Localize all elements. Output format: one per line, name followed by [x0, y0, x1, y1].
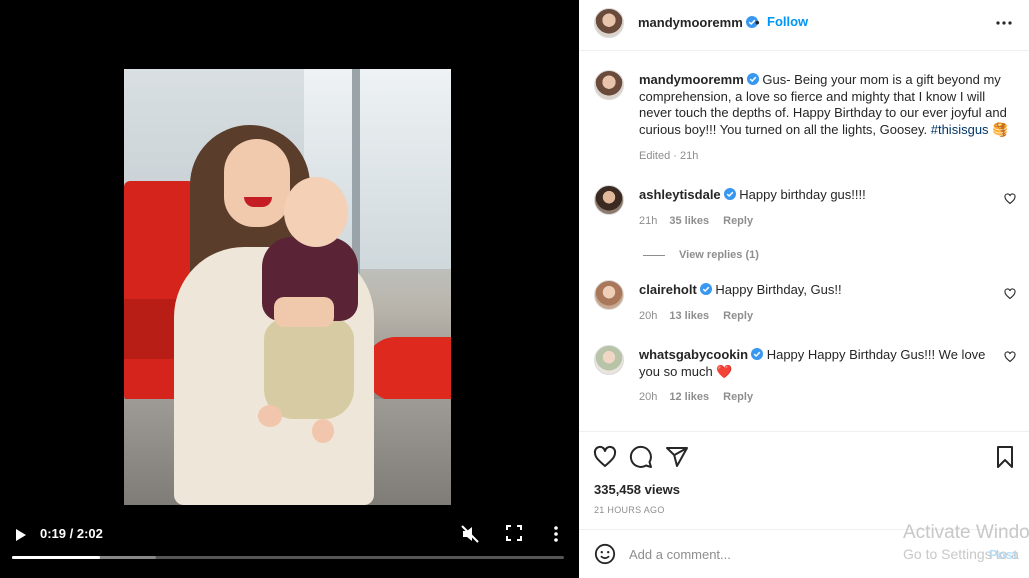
header-username-row: mandymooremm	[638, 15, 758, 30]
comment-reply-button[interactable]: Reply	[723, 391, 753, 403]
avatar[interactable]	[594, 280, 624, 310]
video-progress-bar[interactable]	[12, 556, 564, 559]
like-comment-heart-icon[interactable]	[1004, 351, 1016, 363]
video-progress-played	[12, 556, 101, 559]
video-controls: 0:19 / 2:02	[0, 520, 579, 578]
add-comment-input[interactable]	[629, 544, 899, 564]
red-heart-emoji: ❤️	[716, 363, 733, 379]
caption-hashtag[interactable]: #thisisgus	[931, 122, 989, 137]
comment-text: Happy birthday gus!!!!	[739, 187, 866, 202]
view-replies-line	[643, 254, 665, 256]
header-username[interactable]: mandymooremm	[638, 15, 743, 30]
comment-time: 21h	[639, 215, 658, 227]
comment-text-row: whatsgabycookin Happy Happy Birthday Gus…	[639, 347, 991, 380]
comment-time: 20h	[639, 310, 658, 322]
video-scene-baby-foot	[312, 419, 334, 443]
comment-meta: 21h 35 likes Reply	[639, 215, 767, 227]
header-dot-separator: •	[755, 15, 760, 30]
posted-time: 21 HOURS AGO	[594, 505, 665, 515]
video-scene-baby-foot	[258, 405, 282, 427]
post-comment-button[interactable]: Post	[989, 547, 1017, 562]
view-replies-button[interactable]: View replies (1)	[643, 249, 759, 261]
video-scene-baby-head	[284, 177, 348, 247]
view-replies-label: View replies (1)	[679, 249, 759, 261]
muted-speaker-icon[interactable]	[460, 524, 480, 544]
comment-time: 20h	[639, 391, 658, 403]
caption-emoji: 🥞	[992, 121, 1009, 137]
caption-timestamp: Edited · 21h	[639, 150, 699, 162]
post-pane: mandymooremm • Follow mandymooremm Gus- …	[579, 0, 1029, 578]
comment-meta: 20h 12 likes Reply	[639, 391, 767, 403]
emoji-icon[interactable]	[594, 543, 616, 565]
comment-reply-button[interactable]: Reply	[723, 215, 753, 227]
caption-username[interactable]: mandymooremm	[639, 72, 744, 87]
video-pane[interactable]: 0:19 / 2:02	[0, 0, 579, 578]
comment-bubble-icon[interactable]	[629, 445, 653, 469]
save-bookmark-icon[interactable]	[993, 445, 1017, 469]
comment-likes[interactable]: 12 likes	[669, 391, 709, 403]
comment-username[interactable]: claireholt	[639, 282, 697, 297]
verified-badge-icon	[751, 348, 764, 360]
fullscreen-icon[interactable]	[506, 525, 522, 541]
video-scene-baby-pants	[264, 319, 354, 419]
comment-username[interactable]: whatsgabycookin	[639, 347, 748, 362]
comment-likes[interactable]: 13 likes	[669, 310, 709, 322]
comment-text-row: claireholt Happy Birthday, Gus!!	[639, 282, 991, 299]
video-frame[interactable]	[124, 69, 451, 505]
video-time: 0:19 / 2:02	[40, 526, 103, 541]
comments-area[interactable]: mandymooremm Gus- Being your mom is a gi…	[579, 52, 1029, 430]
share-send-icon[interactable]	[665, 445, 689, 469]
comment-text-row: ashleytisdale Happy birthday gus!!!!	[639, 187, 991, 204]
avatar[interactable]	[594, 185, 624, 215]
video-scene-red-chair	[364, 337, 451, 401]
add-comment-bar: Post	[579, 529, 1029, 578]
comment-text: Happy Birthday, Gus!!	[715, 282, 842, 297]
video-more-options-icon[interactable]	[548, 524, 564, 544]
avatar[interactable]	[594, 70, 624, 100]
comment-likes[interactable]: 35 likes	[669, 215, 709, 227]
like-comment-heart-icon[interactable]	[1004, 288, 1016, 300]
comment-username[interactable]: ashleytisdale	[639, 187, 721, 202]
verified-badge-icon	[699, 283, 712, 295]
follow-button[interactable]: Follow	[767, 14, 808, 29]
view-count[interactable]: 335,458 views	[594, 482, 680, 497]
verified-badge-icon	[723, 188, 736, 200]
like-heart-icon[interactable]	[593, 445, 617, 469]
video-scene-baby-belly	[274, 297, 334, 327]
post-caption: mandymooremm Gus- Being your mom is a gi…	[639, 72, 1017, 138]
more-options-icon[interactable]	[995, 15, 1013, 31]
post-actions: 335,458 views 21 HOURS AGO	[579, 431, 1029, 529]
avatar[interactable]	[594, 8, 624, 38]
video-scene-mother-face	[224, 139, 290, 227]
avatar[interactable]	[594, 345, 624, 375]
comment-reply-button[interactable]: Reply	[723, 310, 753, 322]
like-comment-heart-icon[interactable]	[1004, 193, 1016, 205]
verified-badge-icon	[746, 73, 759, 85]
play-icon[interactable]	[12, 527, 28, 543]
post-header: mandymooremm • Follow	[579, 0, 1029, 51]
comment-meta: 20h 13 likes Reply	[639, 310, 767, 322]
